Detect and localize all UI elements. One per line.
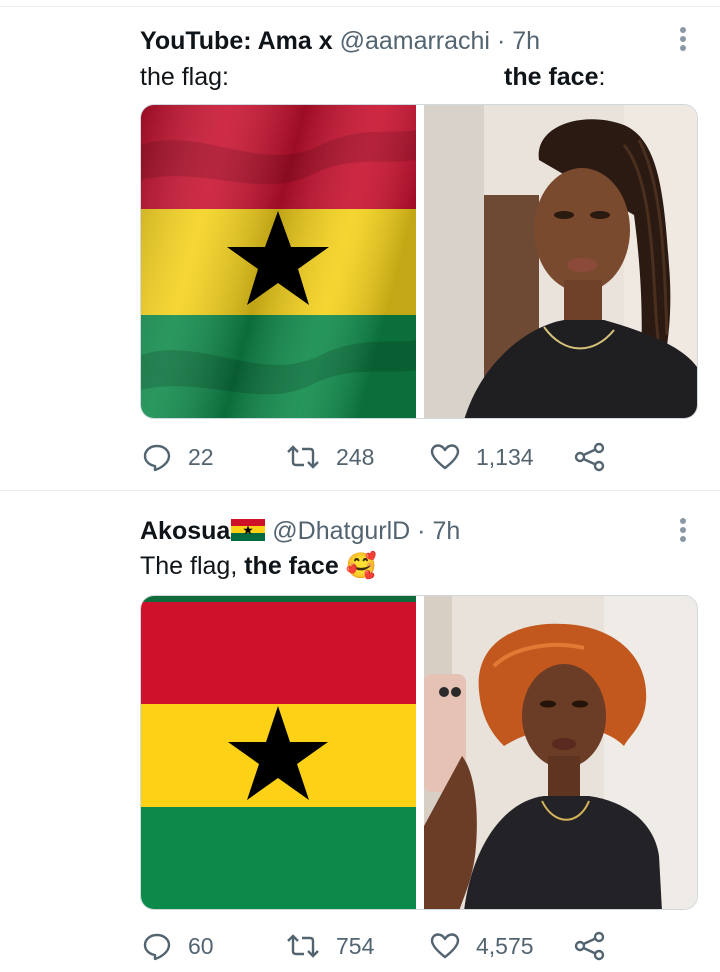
like-button[interactable]: 1,134	[430, 440, 534, 474]
user-handle[interactable]: @DhatgurlD	[272, 517, 410, 545]
tweet-text-right: the face:	[504, 62, 605, 92]
share-button[interactable]	[574, 440, 606, 474]
separator-dot: ·	[496, 27, 506, 55]
ghana-flag-image[interactable]	[141, 105, 416, 418]
tweet-text-suffix: :	[598, 63, 606, 91]
retweet-icon	[287, 445, 319, 469]
retweet-button[interactable]: 754	[286, 929, 374, 963]
share-button[interactable]	[574, 929, 606, 963]
reply-count: 22	[188, 443, 214, 470]
tweet-header: YouTube: Ama x @aamarrachi · 7h	[140, 26, 540, 56]
like-icon	[430, 933, 460, 959]
tweet-text-plain: The flag,	[140, 552, 245, 580]
more-icon[interactable]	[672, 515, 694, 545]
ghana-flag-emoji-icon	[231, 519, 266, 541]
portrait-photo[interactable]	[424, 596, 697, 909]
tweet-text: The flag, the face 🥰	[140, 551, 377, 581]
tweet-time[interactable]: 7h	[432, 517, 460, 545]
tweet-actions: 60 754 4,575	[140, 929, 620, 963]
more-icon[interactable]	[672, 24, 694, 54]
retweet-count: 248	[336, 443, 375, 470]
tweet-text-bold: the face	[244, 552, 339, 580]
reply-button[interactable]: 60	[142, 929, 214, 963]
display-name[interactable]: YouTube: Ama x	[140, 27, 333, 55]
like-count: 1,134	[476, 443, 534, 470]
tweet-text-bold: the face	[504, 63, 599, 91]
tweet-text-left: the flag:	[140, 63, 229, 91]
retweet-count: 754	[336, 932, 375, 959]
media-gap	[416, 596, 424, 909]
ghana-flag-flat	[141, 596, 416, 909]
tweet-media[interactable]	[140, 104, 698, 419]
tweet-1[interactable]: YouTube: Ama x @aamarrachi · 7h the flag…	[0, 0, 720, 490]
share-icon	[574, 442, 605, 472]
retweet-icon	[287, 934, 319, 958]
ghana-flag-image[interactable]	[141, 596, 416, 909]
retweet-button[interactable]: 248	[286, 440, 374, 474]
like-count: 4,575	[476, 932, 534, 959]
reply-count: 60	[188, 932, 214, 959]
user-handle[interactable]: @aamarrachi	[340, 27, 490, 55]
reply-icon	[143, 933, 171, 961]
tweet-time[interactable]: 7h	[512, 27, 540, 55]
portrait-illustration	[424, 105, 697, 418]
portrait-photo[interactable]	[424, 105, 697, 418]
portrait-illustration	[424, 596, 697, 909]
like-button[interactable]: 4,575	[430, 929, 534, 963]
share-icon	[574, 931, 605, 961]
reply-icon	[143, 444, 171, 472]
smiling-face-with-hearts-icon: 🥰	[345, 552, 377, 580]
tweet-media[interactable]	[140, 595, 698, 910]
ghana-flag-waving	[141, 105, 416, 418]
media-gap	[416, 105, 424, 418]
like-icon	[430, 444, 460, 470]
separator-dot: ·	[417, 517, 426, 545]
tweet-2[interactable]: Akosua @DhatgurlD · 7h The flag, the fac…	[0, 491, 720, 972]
tweet-actions: 22 248 1,134	[140, 440, 620, 474]
display-name[interactable]: Akosua	[140, 517, 230, 545]
reply-button[interactable]: 22	[142, 440, 214, 474]
tweet-header: Akosua @DhatgurlD · 7h	[140, 516, 460, 546]
